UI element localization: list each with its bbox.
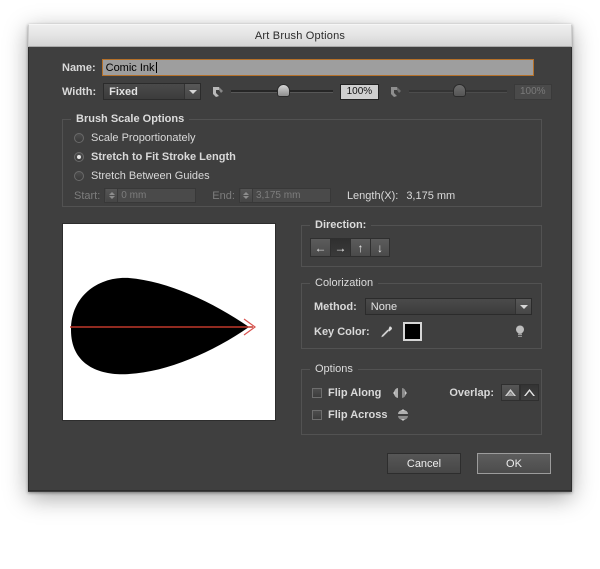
flip-along-row[interactable]: Flip Along Overlap: [312, 384, 539, 401]
width-slider-1[interactable] [231, 90, 333, 93]
method-select-value: None [371, 301, 397, 313]
key-color-swatch[interactable] [403, 322, 422, 341]
arrow-down-icon: ↓ [377, 242, 383, 254]
length-label: Length(X): [347, 190, 398, 202]
brush-scale-legend: Brush Scale Options [71, 113, 189, 125]
width-slider-2-thumb [453, 84, 466, 97]
radio-label: Scale Proportionately [91, 132, 196, 144]
ok-button-label: OK [506, 458, 522, 470]
overlap-prevent-button[interactable] [520, 384, 539, 401]
radio-stretch-to-fit[interactable]: Stretch to Fit Stroke Length [74, 151, 236, 163]
name-input-value: Comic Ink [106, 62, 155, 74]
flip-along-label: Flip Along [328, 387, 381, 399]
method-label: Method: [314, 301, 357, 313]
radio-stretch-between-guides[interactable]: Stretch Between Guides [74, 170, 210, 182]
dialog-titlebar: Art Brush Options [28, 24, 572, 47]
flip-across-row[interactable]: Flip Across [312, 408, 412, 422]
width-percent-2-value: 100% [520, 86, 546, 97]
direction-legend: Direction: [310, 219, 371, 231]
direction-group: Direction: ← → ↑ ↓ [301, 225, 542, 267]
direction-up-button[interactable]: ↑ [350, 238, 370, 257]
flip-along-preview-icon [391, 386, 409, 400]
end-value: 3,175 mm [256, 190, 300, 201]
stepper-icon [241, 189, 253, 202]
cancel-button-label: Cancel [407, 458, 441, 470]
cancel-button[interactable]: Cancel [387, 453, 461, 474]
radio-label: Stretch Between Guides [91, 170, 210, 182]
ok-button[interactable]: OK [477, 453, 551, 474]
width-slider-1-thumb[interactable] [277, 84, 290, 97]
brush-scale-options-group: Brush Scale Options Scale Proportionatel… [62, 119, 542, 207]
width-slider-2 [409, 90, 507, 93]
flip-across-label: Flip Across [328, 409, 388, 421]
arrow-left-icon: ← [315, 242, 327, 254]
teardrop-shape [71, 278, 249, 374]
brush-shape-preview [62, 223, 276, 421]
overlap-allow-button[interactable] [501, 384, 520, 401]
width-percent-1[interactable]: 100% [340, 84, 378, 100]
method-select[interactable]: None [365, 298, 532, 315]
width-select-value: Fixed [109, 86, 138, 98]
direction-left-button[interactable]: ← [310, 238, 330, 257]
arrow-up-icon: ↑ [358, 242, 364, 254]
direction-down-button[interactable]: ↓ [370, 238, 390, 257]
start-input: 0 mm [104, 188, 196, 203]
start-label: Start: [74, 190, 100, 202]
radio-icon[interactable] [74, 171, 84, 181]
colorization-group: Colorization Method: None Key Color: [301, 283, 542, 349]
radio-icon[interactable] [74, 133, 84, 143]
radio-scale-proportionately[interactable]: Scale Proportionately [74, 132, 196, 144]
flip-along-checkbox[interactable] [312, 388, 322, 398]
direction-right-button[interactable]: → [330, 238, 350, 257]
key-color-row: Key Color: [314, 322, 532, 341]
guides-row: Start: 0 mm End: 3,175 mm Length(X): 3,1… [74, 188, 455, 203]
method-row: Method: None [314, 298, 532, 315]
width-percent-2: 100% [514, 84, 552, 100]
end-input: 3,175 mm [239, 188, 331, 203]
chevron-down-icon [515, 299, 531, 314]
dialog-title: Art Brush Options [255, 30, 345, 42]
flip-across-checkbox[interactable] [312, 410, 322, 420]
dialog-body: Name: Comic Ink Width: Fixed [28, 47, 572, 491]
width-label: Width: [62, 86, 96, 98]
name-row: Name: Comic Ink [62, 59, 542, 76]
radio-label: Stretch to Fit Stroke Length [91, 151, 236, 163]
radio-icon[interactable] [74, 152, 84, 162]
arrow-right-icon: → [335, 242, 347, 254]
key-color-label: Key Color: [314, 326, 370, 338]
stepper-icon [106, 189, 118, 202]
name-label: Name: [62, 62, 96, 74]
width-row: Width: Fixed 100% [62, 83, 552, 100]
options-legend: Options [310, 363, 358, 375]
end-label: End: [212, 190, 235, 202]
chevron-down-icon [184, 84, 200, 99]
width-select[interactable]: Fixed [103, 83, 201, 100]
flip-across-preview-icon [394, 408, 412, 422]
start-value: 0 mm [121, 190, 146, 201]
lightbulb-icon[interactable] [514, 324, 526, 339]
art-brush-options-dialog: Art Brush Options Name: Comic Ink Width:… [28, 24, 572, 492]
options-group: Options Flip Along Overlap: [301, 369, 542, 435]
pen-pressure-icon [211, 85, 226, 99]
direction-buttons: ← → ↑ ↓ [310, 238, 390, 257]
colorization-legend: Colorization [310, 277, 378, 289]
length-value: 3,175 mm [406, 190, 455, 202]
width-percent-1-value: 100% [347, 86, 373, 97]
overlap-label: Overlap: [449, 387, 494, 399]
brush-shape-svg [63, 224, 275, 420]
pen-tilt-icon [389, 85, 404, 99]
eyedropper-icon[interactable] [379, 325, 393, 339]
text-caret [156, 62, 157, 73]
name-input[interactable]: Comic Ink [102, 59, 534, 76]
